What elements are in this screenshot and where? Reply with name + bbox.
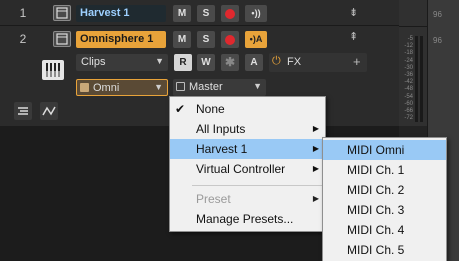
- input-label: Omni: [93, 82, 120, 94]
- menu-item-none[interactable]: ✔ None: [170, 99, 325, 119]
- scale-label: 96: [433, 36, 442, 45]
- record-icon: [225, 34, 235, 45]
- menu-item-label: Harvest 1: [196, 142, 248, 156]
- submenu-arrow-icon: ▶: [312, 194, 319, 203]
- submenu-item-label: MIDI Ch. 5: [347, 243, 405, 257]
- automation-icon[interactable]: [40, 102, 58, 120]
- meter-scale-label: -18: [404, 50, 413, 57]
- output-routing-dropdown[interactable]: Master ▼: [173, 79, 266, 96]
- submenu-item-label: MIDI Ch. 3: [347, 203, 405, 217]
- midi-channel-submenu: MIDI Omni MIDI Ch. 1 MIDI Ch. 2 MIDI Ch.…: [322, 137, 447, 261]
- menu-item-harvest-1[interactable]: Harvest 1 ▶: [170, 139, 325, 159]
- track-number: 1: [19, 6, 27, 20]
- meter-scale-label: -48: [404, 86, 413, 93]
- meter-scale-label: -30: [404, 64, 413, 71]
- scale-label-top: 96: [433, 10, 442, 19]
- submenu-item-midi-ch-1[interactable]: MIDI Ch. 1: [323, 160, 446, 180]
- monitor-button-active[interactable]: •)A: [245, 31, 267, 48]
- submenu-item-label: MIDI Omni: [347, 143, 405, 157]
- submenu-item-label: MIDI Ch. 4: [347, 223, 405, 237]
- automation-a-button[interactable]: A: [245, 54, 263, 71]
- mute-button[interactable]: M: [173, 31, 191, 48]
- menu-item-virtual-controller[interactable]: Virtual Controller ▶: [170, 159, 325, 179]
- dropdown-arrow-icon: ▼: [155, 56, 164, 66]
- menu-item-all-inputs[interactable]: All Inputs ▶: [170, 119, 325, 139]
- meter-scale-label: -5: [407, 36, 413, 42]
- input-routing-dropdown[interactable]: Omni ▼: [76, 79, 168, 96]
- submenu-item-midi-ch-4[interactable]: MIDI Ch. 4: [323, 220, 446, 240]
- clips-label: Clips: [81, 56, 106, 68]
- fx-slot[interactable]: ⏻ FX +: [269, 53, 367, 72]
- submenu-arrow-icon: ▶: [312, 124, 319, 133]
- mute-button[interactable]: M: [173, 5, 191, 22]
- output-icon: [176, 82, 185, 91]
- submenu-item-label: MIDI Ch. 2: [347, 183, 405, 197]
- submenu-arrow-icon: ▶: [312, 164, 319, 173]
- meter-scale-label: -54: [404, 93, 413, 100]
- meter-scale-label: -36: [404, 72, 413, 78]
- midi-input-icon: [80, 83, 89, 92]
- meter-scale-label: -72: [404, 115, 413, 122]
- menu-item-label: All Inputs: [196, 122, 246, 136]
- record-arm-button[interactable]: [221, 5, 239, 22]
- output-label: Master: [189, 81, 223, 93]
- add-fx-button[interactable]: +: [353, 54, 361, 69]
- monitor-button[interactable]: •)): [245, 5, 267, 22]
- track-name-field[interactable]: Harvest 1: [76, 5, 166, 22]
- submenu-item-midi-ch-3[interactable]: MIDI Ch. 3: [323, 200, 446, 220]
- clips-dropdown[interactable]: Clips ▼: [76, 54, 168, 71]
- fx-label: FX: [287, 56, 302, 68]
- track-list-icon[interactable]: [14, 102, 32, 120]
- dropdown-arrow-icon: ▼: [154, 82, 163, 92]
- meter-scale-label: -12: [404, 43, 413, 50]
- track-number: 2: [19, 32, 27, 46]
- meter-scale-label: -66: [404, 108, 413, 114]
- menu-item-manage-presets[interactable]: Manage Presets...: [170, 209, 325, 229]
- level-meter: -5 -12 -18 -24 -30 -36 -42 -48 -54 -60 -66 -72: [399, 0, 427, 126]
- meter-divider: [399, 26, 427, 27]
- menu-item-label: Manage Presets...: [196, 212, 294, 226]
- speaker-icon: •)): [251, 8, 261, 18]
- meter-bar-left: [415, 36, 418, 122]
- expand-icon[interactable]: ⇞: [349, 30, 358, 43]
- solo-button[interactable]: S: [197, 5, 215, 22]
- track-row-1[interactable]: 1 Harvest 1 M S •)) ⇟: [0, 0, 399, 26]
- submenu-item-midi-ch-2[interactable]: MIDI Ch. 2: [323, 180, 446, 200]
- record-icon: [225, 8, 235, 19]
- input-routing-menu: ✔ None All Inputs ▶ Harvest 1 ▶ Virtual …: [169, 96, 326, 232]
- meter-scale-label: -42: [404, 79, 413, 86]
- meter-bar-right: [420, 36, 423, 122]
- submenu-item-midi-ch-5[interactable]: MIDI Ch. 5: [323, 240, 446, 260]
- dropdown-arrow-icon: ▼: [253, 81, 262, 91]
- read-automation-button[interactable]: R: [174, 54, 192, 71]
- submenu-item-midi-omni[interactable]: MIDI Omni: [323, 140, 446, 160]
- instrument-track-icon: [53, 31, 71, 47]
- menu-separator: [192, 185, 323, 186]
- record-arm-button[interactable]: [221, 31, 239, 48]
- menu-item-label: Preset: [196, 192, 231, 206]
- collapse-icon[interactable]: ⇟: [349, 6, 358, 19]
- submenu-arrow-icon: ▶: [312, 144, 319, 153]
- instrument-track-icon: [53, 5, 71, 21]
- menu-item-label: Virtual Controller: [196, 162, 286, 176]
- meter-scale-label: -24: [404, 57, 413, 64]
- checkmark-icon: ✔: [175, 102, 186, 116]
- write-automation-button[interactable]: W: [197, 54, 215, 71]
- piano-icon: [42, 60, 64, 80]
- submenu-item-label: MIDI Ch. 1: [347, 163, 405, 177]
- speaker-icon: •)A: [249, 34, 263, 44]
- automation-star-button[interactable]: ✱: [221, 54, 239, 71]
- track-name-field[interactable]: Omnisphere 1: [76, 31, 166, 48]
- solo-button[interactable]: S: [197, 31, 215, 48]
- menu-item-preset: Preset ▶: [170, 189, 325, 209]
- menu-item-label: None: [196, 102, 225, 116]
- meter-scale-label: -60: [404, 100, 413, 107]
- power-icon[interactable]: ⏻: [272, 55, 281, 68]
